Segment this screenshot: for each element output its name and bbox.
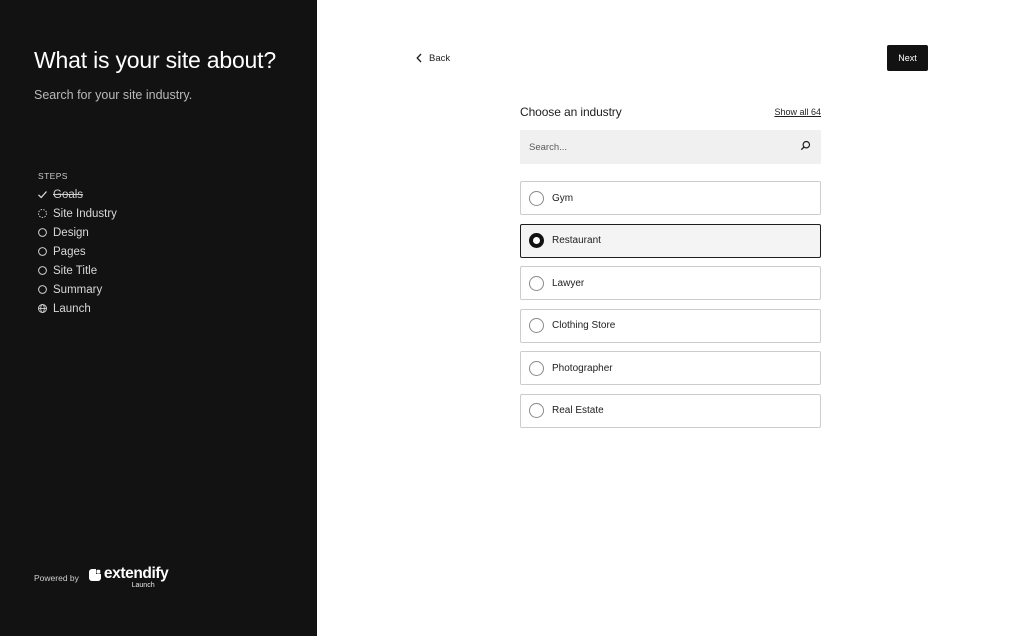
radio-button[interactable] <box>529 403 544 418</box>
step-summary: Summary <box>37 280 117 299</box>
step-goals: Goals <box>37 185 117 204</box>
show-all-link[interactable]: Show all 64 <box>774 107 821 117</box>
check-icon <box>37 189 48 200</box>
radio-button[interactable] <box>529 318 544 333</box>
page-title: What is your site about? <box>34 47 276 73</box>
step-site-industry: Site Industry <box>37 204 117 223</box>
step-launch: Launch <box>37 299 117 318</box>
industry-option-real-estate[interactable]: Real Estate <box>520 393 821 428</box>
step-label: Site Title <box>53 264 98 277</box>
sidebar: What is your site about? Search for your… <box>0 0 317 636</box>
back-button[interactable]: Back <box>416 50 450 66</box>
back-label: Back <box>429 52 451 64</box>
circle-icon <box>37 284 48 295</box>
search-input[interactable] <box>529 141 769 153</box>
steps-list: Goals Site Industry Design Pages Site Ti… <box>37 185 117 318</box>
page-subtitle: Search for your site industry. <box>34 88 193 102</box>
industry-options: Gym Restaurant Lawyer Clothing Store Pho… <box>520 181 821 428</box>
step-label: Goals <box>53 188 84 201</box>
next-label: Next <box>898 53 917 63</box>
radio-button[interactable] <box>529 275 544 291</box>
dotted-circle-icon <box>37 208 48 219</box>
radio-button[interactable] <box>529 360 544 376</box>
industry-option-photographer[interactable]: Photographer <box>520 351 821 385</box>
circle-icon <box>37 227 48 238</box>
globe-icon <box>37 303 48 314</box>
step-label: Site Industry <box>53 207 117 220</box>
step-label: Summary <box>53 283 103 296</box>
step-design: Design <box>37 223 117 242</box>
powered-by-label: Powered by <box>34 573 79 583</box>
industry-option-gym[interactable]: Gym <box>520 181 821 215</box>
search-box <box>520 130 821 164</box>
option-label: Photographer <box>552 362 613 374</box>
option-label: Lawyer <box>552 277 585 289</box>
industry-heading: Choose an industry <box>520 105 622 119</box>
option-label: Restaurant <box>552 235 601 246</box>
step-label: Launch <box>53 302 91 315</box>
step-pages: Pages <box>37 242 117 261</box>
industry-option-clothing-store[interactable]: Clothing Store <box>520 308 821 343</box>
step-label: Design <box>53 226 89 239</box>
option-label: Gym <box>552 192 574 204</box>
search-icon <box>800 138 811 156</box>
step-site-title: Site Title <box>37 261 117 280</box>
industry-option-lawyer[interactable]: Lawyer <box>520 266 821 300</box>
circle-icon <box>37 265 48 276</box>
radio-button[interactable] <box>529 190 544 206</box>
brand-logo: extendify Launch <box>88 565 169 590</box>
industry-option-restaurant[interactable]: Restaurant <box>520 223 821 258</box>
powered-by: Powered by extendify Launch <box>34 565 169 590</box>
option-label: Real Estate <box>552 405 604 416</box>
industry-panel: Choose an industry Show all 64 Gym Resta… <box>520 104 821 436</box>
step-label: Pages <box>53 245 86 258</box>
radio-button[interactable] <box>529 233 544 248</box>
next-button[interactable]: Next <box>887 45 928 71</box>
extendify-logo-icon <box>88 568 101 581</box>
brand-sub: Launch <box>131 582 155 589</box>
circle-icon <box>37 246 48 257</box>
brand-name: extendify <box>103 565 169 582</box>
chevron-left-icon <box>416 53 422 63</box>
steps-heading: STEPS <box>38 171 68 181</box>
option-label: Clothing Store <box>552 320 616 331</box>
